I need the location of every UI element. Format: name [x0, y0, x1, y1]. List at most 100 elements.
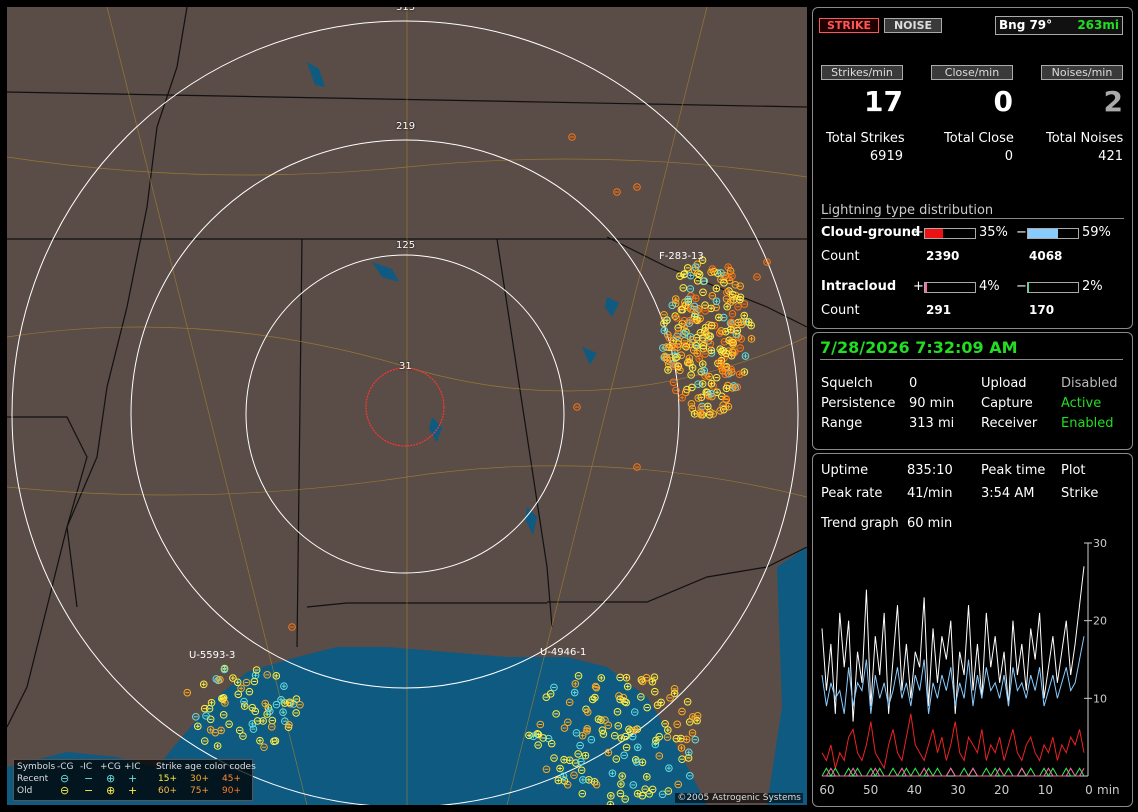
- trend-value: 60 min: [907, 516, 953, 531]
- receiver-label: Receiver: [981, 416, 1038, 431]
- persistence-label: Persistence: [821, 396, 896, 411]
- plot-value[interactable]: Strike: [1061, 486, 1098, 501]
- noise-button[interactable]: NOISE: [884, 18, 942, 33]
- ic-plus-bar: [924, 282, 976, 293]
- noises-per-min-label[interactable]: Noises/min: [1041, 65, 1123, 80]
- legend-age: 45+: [222, 774, 241, 784]
- stats-panel: STRIKE NOISE Bng 79° 263mi Strikes/min C…: [812, 7, 1133, 329]
- x-tick-label: 0: [1085, 783, 1093, 797]
- strike-marker: [753, 273, 761, 281]
- strike-marker: [763, 258, 771, 266]
- legend-header: -CG: [57, 762, 74, 772]
- strike-marker: [683, 697, 692, 706]
- range-label: Range: [821, 416, 863, 431]
- storm-cell-label[interactable]: U-5593-3: [189, 650, 235, 661]
- strike-marker: [699, 288, 707, 297]
- total-strikes-value: 6919: [869, 149, 903, 164]
- storm-cell-label[interactable]: F-283-13: [659, 251, 704, 262]
- uptime-label: Uptime: [821, 463, 869, 478]
- strike-marker: [694, 380, 702, 388]
- strike-marker: [688, 364, 697, 372]
- capture-label: Capture: [981, 396, 1033, 411]
- strike-marker: [712, 297, 721, 306]
- strike-marker: [199, 680, 208, 689]
- strike-marker: [622, 673, 631, 682]
- ic-count-label: Count: [821, 303, 860, 318]
- cg-plus-sign: +: [913, 225, 924, 240]
- legend-age: 75+: [190, 786, 209, 796]
- strike-marker: [651, 687, 659, 696]
- cg-count-label: Count: [821, 249, 860, 264]
- strike-marker: [677, 744, 686, 752]
- cg-label: Cloud-ground: [821, 225, 921, 240]
- upload-label: Upload: [981, 376, 1027, 391]
- plot-label: Plot: [1061, 463, 1086, 478]
- strike-marker: [691, 735, 700, 744]
- trend-label: Trend graph: [821, 516, 899, 531]
- y-tick-label: 30: [1093, 538, 1107, 550]
- strike-marker: [672, 314, 681, 322]
- strike-marker: [723, 302, 731, 311]
- strike-marker: [678, 707, 686, 716]
- x-tick-label: 30: [950, 783, 965, 797]
- lake: [582, 347, 597, 365]
- strike-marker: [678, 393, 686, 402]
- y-tick-label: 10: [1093, 692, 1107, 705]
- strike-marker: [673, 720, 681, 729]
- ic-plus-sign: +: [913, 279, 924, 294]
- datetime: 7/28/2026 7:32:09 AM: [820, 338, 1018, 357]
- ic-plus-count: 291: [926, 303, 952, 317]
- cg-minus-sign: −: [1016, 225, 1027, 240]
- strike-marker: [679, 284, 688, 292]
- strike-marker: [728, 310, 737, 318]
- legend-old-label: Old: [17, 786, 33, 796]
- storm-cell-label[interactable]: U-4946-1: [540, 647, 586, 658]
- upload-value: Disabled: [1061, 376, 1118, 391]
- strike-marker: [229, 674, 237, 682]
- lake: [372, 262, 399, 282]
- distance-value: 263mi: [1077, 18, 1119, 32]
- cg-minus-bar: [1027, 228, 1079, 239]
- ic-plus-pct: 4%: [979, 279, 1000, 294]
- strike-marker: [192, 713, 200, 721]
- total-strikes-label: Total Strikes: [826, 131, 905, 146]
- total-noises-label: Total Noises: [1046, 131, 1124, 146]
- cg-plus-bar: [924, 228, 976, 239]
- strike-marker: [687, 400, 696, 408]
- cg-plus-fill: [925, 229, 943, 238]
- strike-marker: [687, 371, 695, 379]
- strike-map[interactable]: 313 219 125 31 F-283-13 U-5593-3 U-4946-…: [7, 7, 807, 805]
- strike-marker: [666, 694, 674, 702]
- persistence-value: 90 min: [909, 396, 955, 411]
- close-per-min-value: 0: [993, 85, 1013, 118]
- strike-button[interactable]: STRIKE: [819, 18, 879, 33]
- legend-symbols-label: Symbols: [17, 762, 56, 772]
- distribution-title: Lightning type distribution: [821, 203, 994, 218]
- strikes-per-min-label[interactable]: Strikes/min: [821, 65, 903, 80]
- total-close-value: 0: [1004, 149, 1013, 164]
- squelch-label: Squelch: [821, 376, 873, 391]
- close-per-min-label[interactable]: Close/min: [931, 65, 1013, 80]
- strike-marker: [633, 463, 641, 471]
- copyright: ©2005 Astrogenic Systems: [675, 793, 803, 803]
- strike-marker: [672, 734, 681, 743]
- ic-minus-pct: 2%: [1082, 279, 1103, 294]
- noises-per-min-value: 2: [1103, 85, 1123, 118]
- cg-plus-count: 2390: [926, 249, 960, 263]
- strike-marker: [568, 133, 576, 141]
- lake: [307, 62, 325, 87]
- ic-minus-fill: [1028, 283, 1029, 292]
- legend-age: 15+: [158, 774, 177, 784]
- strike-marker: [698, 360, 707, 368]
- strike-marker: [683, 264, 692, 272]
- legend-header: -IC: [80, 762, 93, 772]
- legend-age: 30+: [190, 774, 209, 784]
- ring-label: 313: [396, 7, 416, 13]
- status-panel: 7/28/2026 7:32:09 AM Squelch 0 Upload Di…: [812, 332, 1133, 450]
- total-noises-value: 421: [1098, 149, 1123, 164]
- strike-marker: [688, 713, 697, 721]
- ic-minus-sign: −: [1016, 279, 1027, 294]
- strike-marker: [740, 311, 749, 320]
- x-unit-label: min: [1097, 783, 1120, 797]
- ic-label: Intracloud: [821, 279, 897, 294]
